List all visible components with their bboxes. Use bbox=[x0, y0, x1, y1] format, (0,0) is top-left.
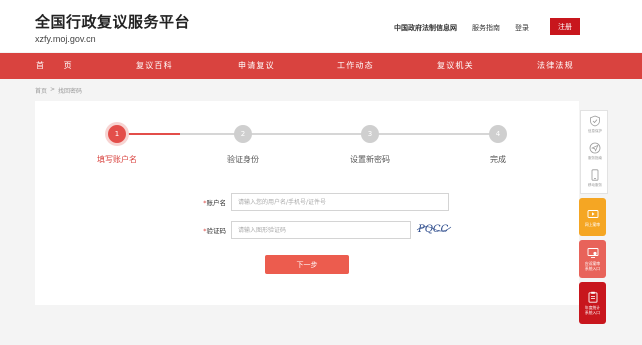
step-2-label: 验证身份 bbox=[227, 155, 259, 164]
annual-stats-button[interactable]: 年度统计 系统入口 bbox=[579, 282, 606, 324]
send-icon bbox=[589, 142, 601, 154]
step-4-circle: 4 bbox=[489, 125, 507, 143]
next-step-button[interactable]: 下一步 bbox=[265, 255, 349, 274]
step-2-circle: 2 bbox=[234, 125, 252, 143]
account-label: *账户名 bbox=[176, 197, 226, 207]
step-line-3 bbox=[370, 133, 498, 135]
annual-stats-label: 年度统计 系统入口 bbox=[584, 305, 601, 315]
recover-password-card: 1 2 3 4 填写账户名 验证身份 设置新密码 完成 *账户名 *验证码 PQ… bbox=[35, 101, 579, 305]
login-link[interactable]: 登录 bbox=[515, 23, 529, 33]
side-panel: 信息保护 服务指南 移动服务 bbox=[580, 110, 608, 194]
service-guide-link[interactable]: 服务指南 bbox=[472, 23, 500, 33]
site-domain: xzfy.moj.gov.cn bbox=[35, 34, 96, 44]
phone-icon bbox=[591, 169, 599, 181]
top-links: 中国政府法制信息网 服务指南 登录 bbox=[394, 20, 544, 36]
nav-item-news[interactable]: 工作动态 bbox=[337, 53, 374, 79]
captcha-input[interactable] bbox=[231, 221, 411, 239]
gov-legal-info-link[interactable]: 中国政府法制信息网 bbox=[394, 23, 457, 33]
captcha-label: *验证码 bbox=[176, 225, 226, 235]
step-line-1 bbox=[117, 133, 180, 135]
nav-item-apply[interactable]: 申请复议 bbox=[238, 53, 275, 79]
register-button[interactable]: 注册 bbox=[550, 18, 580, 35]
site-header: 全国行政复议服务平台 xzfy.moj.gov.cn 中国政府法制信息网 服务指… bbox=[0, 0, 642, 52]
nav-item-home[interactable]: 首 页 bbox=[36, 53, 73, 79]
clipboard-icon bbox=[588, 291, 597, 303]
nav-item-laws[interactable]: 法律法规 bbox=[537, 53, 574, 79]
side-item-guide[interactable]: 服务指南 bbox=[581, 138, 609, 165]
litigation-system-label: 应诉案审 系统入口 bbox=[584, 261, 601, 271]
account-label-text: 账户名 bbox=[206, 199, 227, 207]
breadcrumb-separator: > bbox=[50, 86, 56, 93]
side-item-label: 移动服务 bbox=[588, 183, 602, 187]
side-item-privacy[interactable]: 信息保护 bbox=[581, 111, 609, 138]
video-icon bbox=[587, 209, 598, 218]
step-line-2 bbox=[243, 133, 370, 135]
online-review-button[interactable]: 网上案审 bbox=[579, 198, 606, 236]
captcha-text: PQCC bbox=[417, 224, 449, 235]
breadcrumb: 首页 > 找回密码 bbox=[35, 86, 82, 95]
nav-item-agencies[interactable]: 复议机关 bbox=[437, 53, 474, 79]
nav-item-encyclopedia[interactable]: 复议百科 bbox=[136, 53, 173, 79]
main-nav: 首 页 复议百科 申请复议 工作动态 复议机关 法律法规 bbox=[0, 53, 642, 79]
step-3-label: 设置新密码 bbox=[350, 155, 390, 164]
litigation-system-button[interactable]: 应诉案审 系统入口 bbox=[579, 240, 606, 278]
breadcrumb-current: 找回密码 bbox=[58, 88, 83, 95]
side-item-mobile[interactable]: 移动服务 bbox=[581, 165, 609, 192]
captcha-image[interactable]: PQCC bbox=[416, 221, 452, 235]
monitor-icon bbox=[587, 248, 598, 258]
account-input[interactable] bbox=[231, 193, 449, 211]
breadcrumb-home[interactable]: 首页 bbox=[35, 86, 47, 95]
online-review-label: 网上案审 bbox=[584, 221, 601, 227]
step-1-circle: 1 bbox=[108, 125, 126, 143]
side-item-label: 信息保护 bbox=[588, 129, 602, 133]
captcha-label-text: 验证码 bbox=[206, 227, 227, 235]
shield-icon bbox=[590, 115, 600, 127]
side-item-label: 服务指南 bbox=[588, 156, 602, 160]
step-4-label: 完成 bbox=[490, 155, 506, 164]
site-title[interactable]: 全国行政复议服务平台 bbox=[35, 11, 190, 32]
step-1-label: 填写账户名 bbox=[97, 155, 137, 164]
step-3-circle: 3 bbox=[361, 125, 379, 143]
